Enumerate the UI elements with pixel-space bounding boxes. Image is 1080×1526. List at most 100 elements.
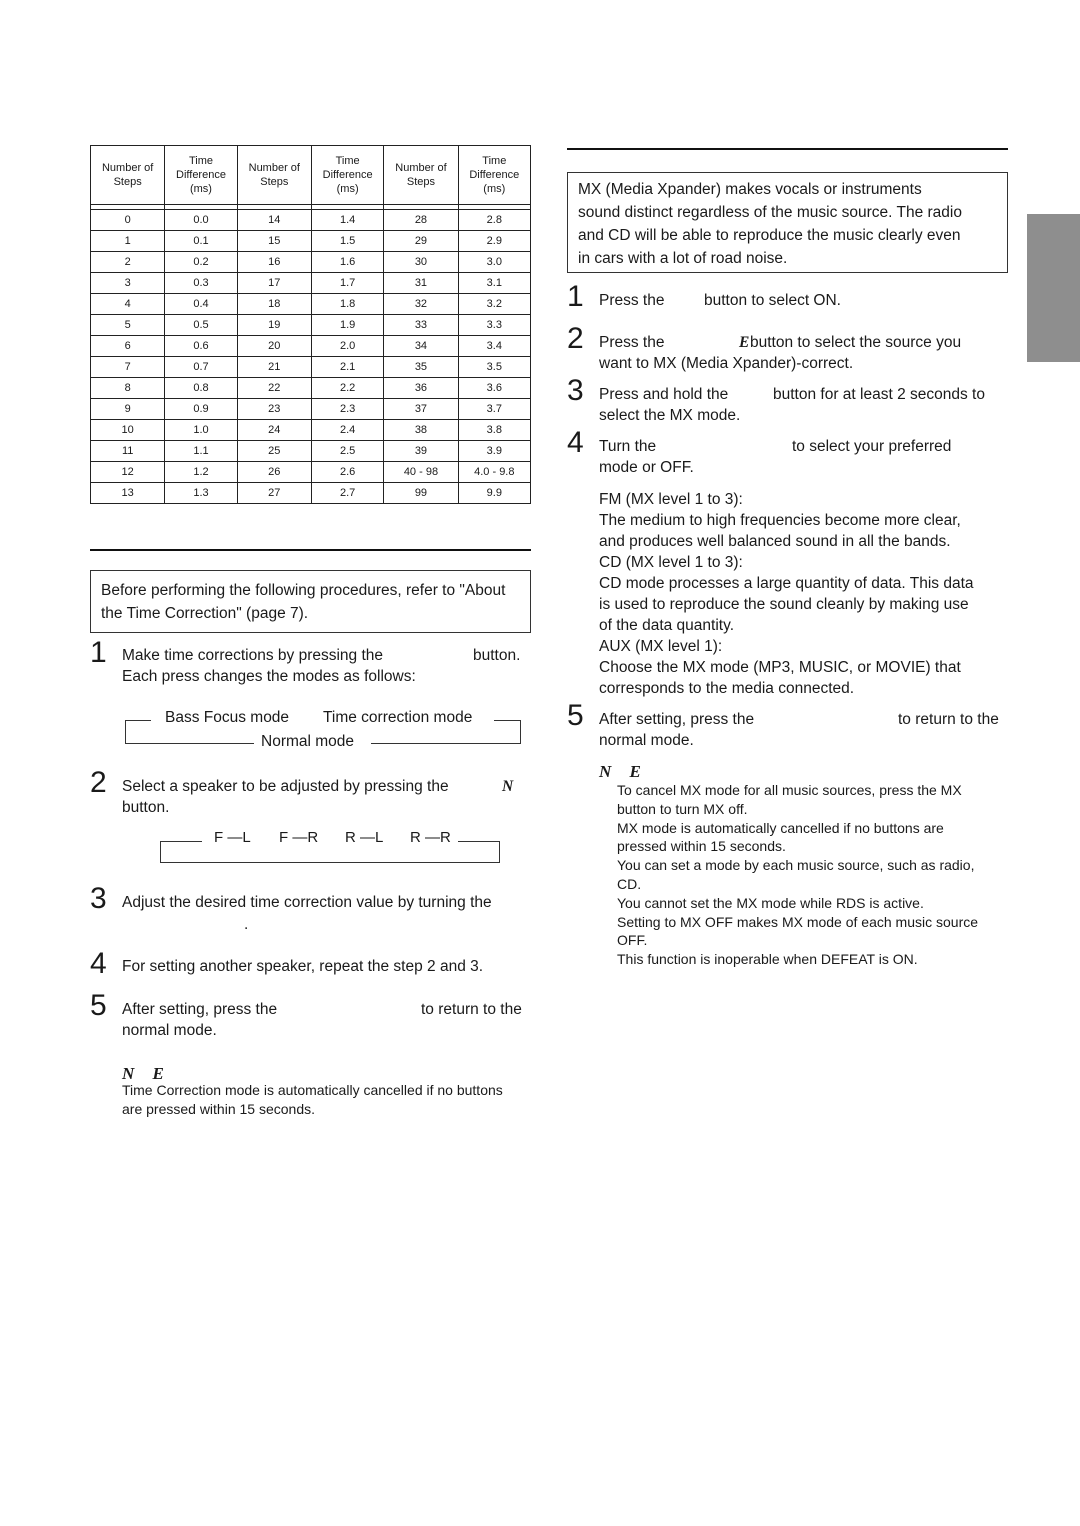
step-number: 1: [567, 280, 584, 313]
cell-time-diff: 3.8: [457, 419, 532, 441]
cell-time-diff: 1.5: [310, 230, 385, 252]
note-line: You can set a mode by each music source,…: [617, 857, 975, 874]
cell-steps: 29: [383, 230, 459, 252]
step-3-text-line2: .: [244, 916, 249, 933]
cell-time-diff: 2.0: [310, 335, 385, 357]
table-header-row: Number of Steps Time Difference (ms) Number…: [89, 145, 532, 205]
intro-box-mx: MX (Media Xpander) makes vocals or instr…: [567, 172, 1008, 273]
cell-steps: 28: [383, 209, 459, 231]
cell-steps: 31: [383, 272, 459, 294]
cell-time-diff: 1.3: [164, 482, 238, 504]
flow-line: [160, 841, 161, 863]
intro-line: and CD will be able to reproduce the mus…: [578, 227, 961, 244]
table-row: 9 0.9 23 2.3 37 3.7: [89, 398, 532, 420]
flow-line: [371, 743, 521, 744]
step-2-text-a: Select a speaker to be adjusted by press…: [122, 778, 449, 795]
note-heading: N E: [599, 762, 641, 781]
mx-step-4-b: to select your preferred: [792, 438, 952, 455]
intro-line: MX (Media Xpander) makes vocals or instr…: [578, 181, 922, 198]
table-row: 11 1.1 25 2.5 39 3.9: [89, 440, 532, 462]
mode-description-line: CD mode processes a large quantity of da…: [599, 575, 974, 592]
table-row: 4 0.4 18 1.8 32 3.2: [89, 293, 532, 315]
cell-time-diff: 0.4: [164, 293, 238, 315]
cell-steps: 32: [383, 293, 459, 315]
step-number: 4: [90, 947, 107, 980]
mx-step-4-a: Turn the: [599, 438, 657, 455]
step-5-text-b: to return to the: [421, 1001, 522, 1018]
mx-step-5-a: After setting, press the: [599, 711, 755, 728]
section-rule-left: [90, 549, 531, 551]
cell-time-diff: 2.3: [310, 398, 385, 420]
cell-time-diff: 0.7: [164, 356, 238, 378]
note-line: button to turn MX off.: [617, 800, 748, 817]
mode-description-line: and produces well balanced sound in all …: [599, 533, 951, 550]
cell-steps: 26: [236, 461, 312, 483]
mode-normal: Normal mode: [261, 733, 355, 750]
speaker-front-left: F —L: [214, 829, 251, 846]
cell-time-diff: 0.2: [164, 251, 238, 273]
section-rule-right: [567, 148, 1008, 150]
cell-steps: 0: [89, 209, 166, 231]
cell-time-diff: 3.1: [457, 272, 532, 294]
table-row: 5 0.5 19 1.9 33 3.3: [89, 314, 532, 336]
mode-description-line: of the data quantity.: [599, 617, 735, 634]
cell-time-diff: 3.9: [457, 440, 532, 462]
mode-description-line: corresponds to the media connected.: [599, 680, 855, 697]
cell-time-diff: 1.4: [310, 209, 385, 231]
cell-time-diff: 0.5: [164, 314, 238, 336]
cell-steps: 1: [89, 230, 166, 252]
mx-step-2-b: button to select the source you: [750, 334, 962, 351]
cell-steps: 20: [236, 335, 312, 357]
cell-time-diff: 1.1: [164, 440, 238, 462]
cell-steps: 36: [383, 377, 459, 399]
cell-steps: 9: [89, 398, 166, 420]
step-1-text-b: button.: [473, 647, 521, 664]
mx-step-3-b: button for at least 2 seconds to: [773, 386, 985, 403]
cell-time-diff: 4.0 - 9.8: [457, 461, 532, 483]
table-row: 12 1.2 26 2.6 40 - 98 4.0 - 9.8: [89, 461, 532, 483]
cell-time-diff: 3.7: [457, 398, 532, 420]
step-2-text-line2: button.: [122, 799, 170, 816]
cell-steps: 40 - 98: [383, 461, 459, 483]
step-number: 3: [567, 374, 584, 407]
cell-time-diff: 0.9: [164, 398, 238, 420]
mx-step-1-b: button to select ON.: [704, 292, 841, 309]
cell-steps: 23: [236, 398, 312, 420]
cell-steps: 11: [89, 440, 166, 462]
mode-description-line: CD (MX level 1 to 3):: [599, 554, 743, 571]
note-line: To cancel MX mode for all music sources,…: [617, 782, 962, 798]
mode-description-line: FM (MX level 1 to 3):: [599, 491, 743, 508]
mode-time-correction: Time correction mode: [323, 709, 473, 726]
cell-steps: 38: [383, 419, 459, 441]
cell-steps: 16: [236, 251, 312, 273]
mx-step-2-line2: want to MX (Media Xpander)-correct.: [599, 355, 854, 372]
step-number: 2: [567, 322, 584, 355]
flow-line: [520, 720, 521, 744]
cell-steps: 30: [383, 251, 459, 273]
cell-time-diff: 3.4: [457, 335, 532, 357]
cell-steps: 25: [236, 440, 312, 462]
note-line: OFF.: [617, 932, 648, 949]
cell-time-diff: 0.0: [164, 209, 238, 231]
cell-time-diff: 0.8: [164, 377, 238, 399]
header-steps: Number of Steps: [383, 145, 459, 205]
cell-time-diff: 1.8: [310, 293, 385, 315]
step-4-text: For setting another speaker, repeat the …: [122, 958, 484, 975]
step-number: 3: [90, 882, 107, 915]
header-time-diff: Time Difference (ms): [310, 145, 385, 205]
cell-time-diff: 3.0: [457, 251, 532, 273]
table-row: 10 1.0 24 2.4 38 3.8: [89, 419, 532, 441]
cell-steps: 7: [89, 356, 166, 378]
table-row: 6 0.6 20 2.0 34 3.4: [89, 335, 532, 357]
cell-time-diff: 1.0: [164, 419, 238, 441]
flow-line: [160, 862, 500, 863]
mx-step-3-line2: select the MX mode.: [599, 407, 741, 424]
cell-time-diff: 2.8: [457, 209, 532, 231]
cell-steps: 22: [236, 377, 312, 399]
flow-line: [494, 720, 521, 721]
time-difference-table: Number of Steps Time Difference (ms) Number…: [89, 145, 532, 504]
mx-step-3-a: Press and hold the: [599, 386, 729, 403]
step-2-text-b: N: [502, 778, 514, 795]
cell-steps: 10: [89, 419, 166, 441]
cell-time-diff: 1.9: [310, 314, 385, 336]
